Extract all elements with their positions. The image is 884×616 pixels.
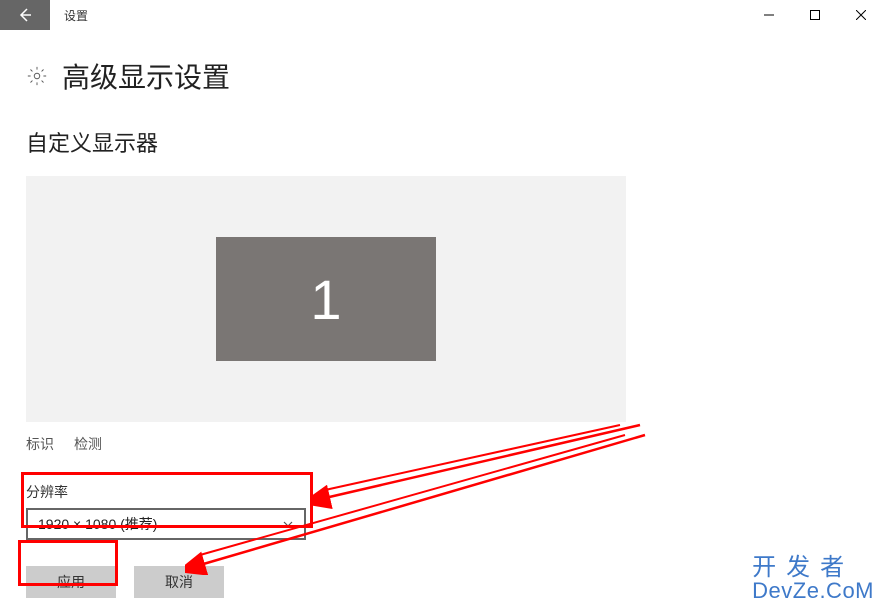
resolution-label: 分辨率 (26, 482, 884, 502)
resolution-value: 1920 × 1080 (推荐) (38, 514, 157, 534)
content-scroll[interactable]: 高级显示设置 自定义显示器 1 标识 检测 分辨率 1920 × 1080 (推… (0, 30, 884, 616)
page-header: 高级显示设置 (26, 56, 884, 96)
cancel-button[interactable]: 取消 (134, 566, 224, 598)
identify-link[interactable]: 标识 (26, 434, 54, 454)
gear-icon (26, 65, 48, 87)
page-title: 高级显示设置 (62, 56, 230, 96)
arrow-left-icon (17, 7, 33, 23)
window-controls (746, 0, 884, 30)
back-button[interactable] (0, 0, 50, 30)
detect-link[interactable]: 检测 (74, 434, 102, 454)
chevron-down-icon (282, 518, 294, 530)
maximize-icon (810, 10, 820, 20)
close-icon (856, 10, 866, 20)
titlebar: 设置 (0, 0, 884, 30)
maximize-button[interactable] (792, 0, 838, 30)
minimize-button[interactable] (746, 0, 792, 30)
apply-button[interactable]: 应用 (26, 566, 116, 598)
window-title: 设置 (50, 0, 746, 30)
watermark-cn: 开发者 (752, 556, 874, 580)
watermark-en: DevZe.CoM (752, 580, 874, 602)
content: 高级显示设置 自定义显示器 1 标识 检测 分辨率 1920 × 1080 (推… (0, 30, 884, 598)
display-preview: 1 (26, 176, 626, 422)
section-title: 自定义显示器 (26, 126, 884, 158)
close-button[interactable] (838, 0, 884, 30)
watermark: 开发者 DevZe.CoM (752, 556, 874, 602)
monitor-1[interactable]: 1 (216, 237, 436, 361)
link-row: 标识 检测 (26, 434, 884, 454)
minimize-icon (764, 10, 774, 20)
resolution-dropdown[interactable]: 1920 × 1080 (推荐) (26, 508, 306, 540)
